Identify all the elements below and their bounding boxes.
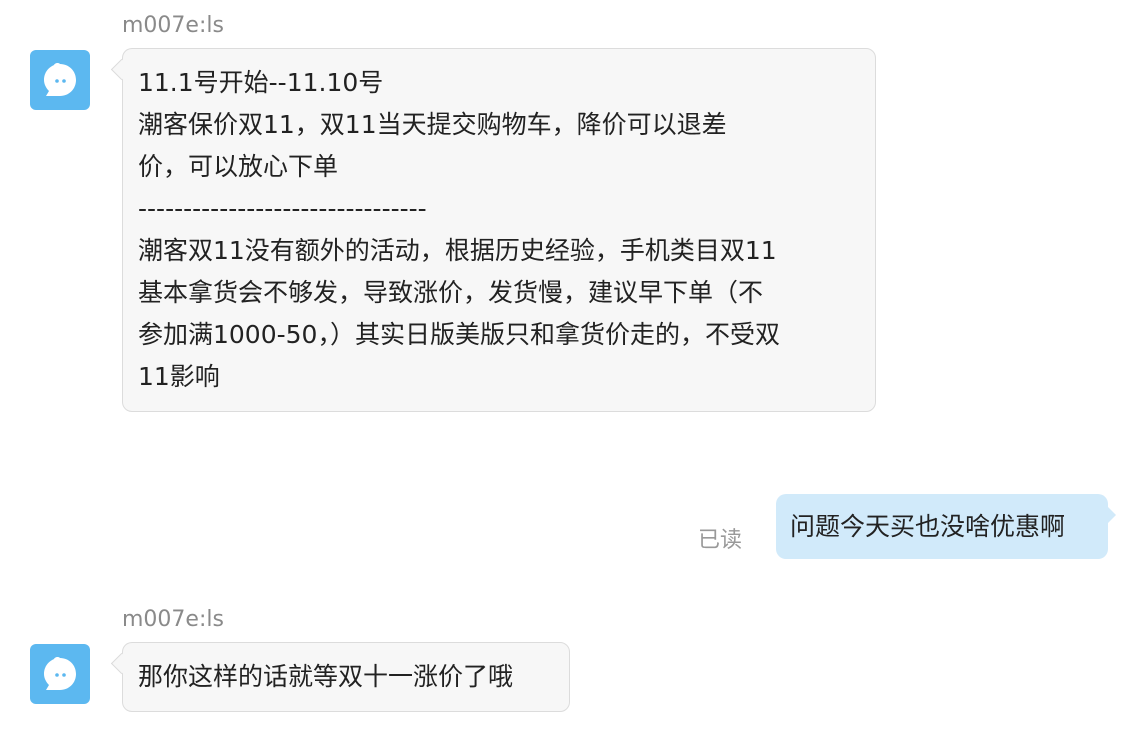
- avatar[interactable]: [30, 50, 90, 110]
- message-text-line: 那你这样的话就等双十一涨价了哦: [138, 662, 514, 691]
- message-text-line: 价，可以放心下单: [138, 152, 339, 181]
- message-bubble[interactable]: 那你这样的话就等双十一涨价了哦: [122, 642, 570, 712]
- chat-bubble-mascot-icon: [44, 63, 76, 96]
- read-status: 已读: [698, 528, 743, 553]
- message-text-line: 潮客保价双11，双11当天提交购物车，降价可以退差: [138, 110, 727, 139]
- avatar[interactable]: [30, 644, 90, 704]
- message-text-line: 潮客双11没有额外的活动，根据历史经验，手机类目双11: [138, 236, 777, 265]
- message-text-line: 11影响: [138, 362, 220, 391]
- message-text-line: 11.1号开始--11.10号: [138, 68, 384, 97]
- message-text-line: 参加满1000-50，）其实日版美版只和拿货价走的，不受双: [138, 320, 780, 349]
- message-bubble[interactable]: 11.1号开始--11.10号 潮客保价双11，双11当天提交购物车，降价可以退…: [122, 48, 876, 412]
- chat-bubble-mascot-icon: [44, 657, 76, 690]
- message-text-line: --------------------------------: [138, 194, 427, 223]
- message-bubble[interactable]: 问题今天买也没啥优惠啊: [776, 494, 1116, 559]
- sender-name[interactable]: m007e:ls: [122, 13, 224, 39]
- message-text-line: 基本拿货会不够发，导致涨价，发货慢，建议早下单（不: [138, 278, 764, 307]
- sender-name[interactable]: m007e:ls: [122, 607, 224, 633]
